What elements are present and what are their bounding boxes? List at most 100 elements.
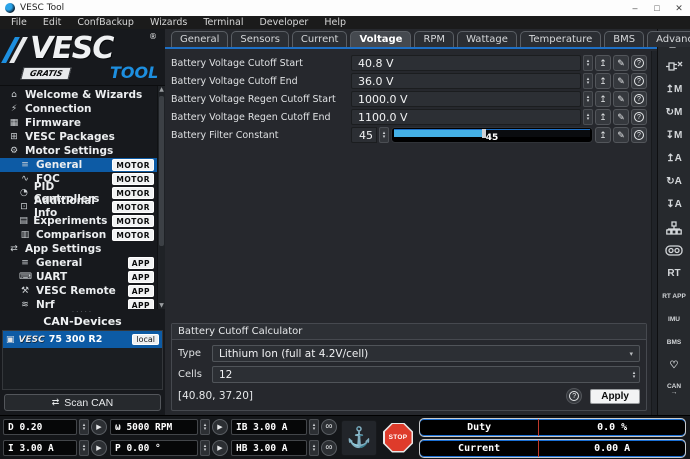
can-network-button[interactable] xyxy=(661,218,687,237)
scan-can-button[interactable]: ⇄ Scan CAN xyxy=(4,394,161,411)
sidebar-item-vesc-remote[interactable]: ⚒ VESC Remote APP xyxy=(0,284,165,298)
param-edit-button[interactable]: ✎ xyxy=(613,109,629,125)
handbrake-input[interactable]: HB 3.00 A xyxy=(231,440,307,456)
param-spinner[interactable]: ▴ ▾ xyxy=(379,127,389,143)
run-handbrake-button[interactable]: ∞ xyxy=(321,440,337,456)
scroll-up-icon[interactable]: ▲ xyxy=(158,86,165,93)
sidebar-item-app-settings[interactable]: ⇄ App Settings xyxy=(0,242,165,256)
param-help-button[interactable]: ? xyxy=(631,91,647,107)
write-app-config-button[interactable]: ↧A xyxy=(661,195,687,214)
favorite-button[interactable]: ♡ xyxy=(661,356,687,375)
sidebar-item-experiments[interactable]: ▤ Experiments MOTOR xyxy=(0,214,165,228)
param-help-button[interactable]: ? xyxy=(631,73,647,89)
tab-advanced[interactable]: Advanced xyxy=(647,31,690,47)
realtime-goggles-button[interactable] xyxy=(661,241,687,260)
sidebar-item-welcome-wizards[interactable]: ⌂ Welcome & Wizards xyxy=(0,88,165,102)
param-help-button[interactable]: ? xyxy=(631,55,647,71)
handbrake-anchor-button[interactable]: ⚓ xyxy=(341,419,377,456)
param-spinner[interactable]: ▴ ▾ xyxy=(583,109,593,125)
apply-button[interactable]: Apply xyxy=(590,388,640,404)
rt-app-button[interactable]: RT APP xyxy=(661,287,687,306)
menu-developer[interactable]: Developer xyxy=(252,17,315,28)
menu-confbackup[interactable]: ConfBackup xyxy=(70,17,141,28)
param-spinner[interactable]: ▴ ▾ xyxy=(583,91,593,107)
read-motor-config-button[interactable]: ↥M xyxy=(661,80,687,99)
sidebar-item-app-general[interactable]: ≡ General APP xyxy=(0,256,165,270)
filter-constant-slider[interactable]: 45 xyxy=(391,127,593,143)
sidebar-item-connection[interactable]: ⚡ Connection xyxy=(0,102,165,116)
param-edit-button[interactable]: ✎ xyxy=(613,91,629,107)
param-help-button[interactable]: ? xyxy=(631,127,647,143)
default-app-config-button[interactable]: ↻A xyxy=(661,172,687,191)
param-spinner[interactable]: ▴ ▾ xyxy=(583,73,593,89)
param-value-field[interactable]: 40.8 V xyxy=(351,55,581,71)
sidebar-item-motor-settings[interactable]: ⚙ Motor Settings xyxy=(0,144,165,158)
param-edit-button[interactable]: ✎ xyxy=(613,73,629,89)
brake-current-spinner[interactable]: ▴ ▾ xyxy=(309,419,319,435)
brake-current-input[interactable]: IB 3.00 A xyxy=(231,419,307,435)
duty-input[interactable]: D 0.20 xyxy=(3,419,77,435)
menu-terminal[interactable]: Terminal xyxy=(196,17,250,28)
can-device-row[interactable]: ▣ VESC 75 300 R2 local xyxy=(3,331,162,348)
run-current-button[interactable]: ▶ xyxy=(91,440,107,456)
param-spinner[interactable]: ▴ ▾ xyxy=(583,55,593,71)
param-upload-button[interactable]: ↥ xyxy=(595,91,611,107)
current-spinner[interactable]: ▴ ▾ xyxy=(79,440,89,456)
param-value-field[interactable]: 1000.0 V xyxy=(351,91,581,107)
position-spinner[interactable]: ▴ ▾ xyxy=(200,440,210,456)
param-help-button[interactable]: ? xyxy=(631,109,647,125)
read-app-config-button[interactable]: ↥A xyxy=(661,149,687,168)
menu-file[interactable]: File xyxy=(4,17,34,28)
handbrake-spinner[interactable]: ▴ ▾ xyxy=(309,440,319,456)
battery-type-dropdown[interactable]: Lithium Ion (full at 4.2V/cell) ▾ xyxy=(212,345,640,362)
can-forward-button[interactable]: CAN → xyxy=(661,379,687,398)
speed-input[interactable]: ω 5000 RPM xyxy=(110,419,198,435)
close-button[interactable]: ✕ xyxy=(668,0,690,16)
calculator-help-button[interactable]: ? xyxy=(566,388,583,404)
run-brake-button[interactable]: ∞ xyxy=(321,419,337,435)
sidebar-item-vesc-packages[interactable]: ⊞ VESC Packages xyxy=(0,130,165,144)
disconnect-button[interactable] xyxy=(661,57,687,76)
param-upload-button[interactable]: ↥ xyxy=(595,127,611,143)
cells-spinbox[interactable]: 12 ▴ ▾ xyxy=(212,366,640,383)
duty-spinner[interactable]: ▴ ▾ xyxy=(79,419,89,435)
main-scrollbar[interactable] xyxy=(651,51,657,415)
tab-sensors[interactable]: Sensors xyxy=(231,31,289,47)
tab-current[interactable]: Current xyxy=(291,31,348,47)
stop-motor-button[interactable]: STOP xyxy=(381,421,415,455)
tab-rpm[interactable]: RPM xyxy=(414,31,455,47)
current-input[interactable]: I 3.00 A xyxy=(3,440,77,456)
sidebar-item-motor-general[interactable]: ≡ General MOTOR xyxy=(0,158,165,172)
tab-wattage[interactable]: Wattage xyxy=(457,31,517,47)
param-edit-button[interactable]: ✎ xyxy=(613,55,629,71)
param-upload-button[interactable]: ↥ xyxy=(595,55,611,71)
tab-bms[interactable]: BMS xyxy=(604,31,645,47)
sidebar-scrollbar[interactable]: ▲ ▼ xyxy=(157,86,165,309)
cells-spinner[interactable]: ▴ ▾ xyxy=(629,367,639,383)
sidebar-item-additional-info[interactable]: ⊡ Additional Info MOTOR xyxy=(0,195,165,219)
sidebar-item-firmware[interactable]: ▦ Firmware xyxy=(0,116,165,130)
sidebar-item-nrf[interactable]: ≋ Nrf APP xyxy=(0,298,165,309)
run-speed-button[interactable]: ▶ xyxy=(212,419,228,435)
tab-temperature[interactable]: Temperature xyxy=(519,31,602,47)
menu-wizards[interactable]: Wizards xyxy=(143,17,194,28)
param-value-field[interactable]: 1100.0 V xyxy=(351,109,581,125)
write-motor-config-button[interactable]: ↧M xyxy=(661,126,687,145)
imu-button[interactable]: IMU xyxy=(661,310,687,329)
scroll-down-icon[interactable]: ▼ xyxy=(158,302,165,309)
maximize-button[interactable]: □ xyxy=(646,0,668,16)
bms-button[interactable]: BMS xyxy=(661,333,687,352)
menu-edit[interactable]: Edit xyxy=(36,17,68,28)
sidebar-item-uart[interactable]: ⌨ UART APP xyxy=(0,270,165,284)
filter-constant-spinbox[interactable]: 45 xyxy=(351,127,377,143)
scrollbar-thumb[interactable] xyxy=(159,96,164,246)
param-edit-button[interactable]: ✎ xyxy=(613,127,629,143)
speed-spinner[interactable]: ▴ ▾ xyxy=(200,419,210,435)
param-upload-button[interactable]: ↥ xyxy=(595,109,611,125)
param-upload-button[interactable]: ↥ xyxy=(595,73,611,89)
run-position-button[interactable]: ▶ xyxy=(212,440,228,456)
tab-general[interactable]: General xyxy=(171,31,229,47)
run-duty-button[interactable]: ▶ xyxy=(91,419,107,435)
position-input[interactable]: P 0.00 ° xyxy=(110,440,198,456)
tab-voltage[interactable]: Voltage xyxy=(350,31,412,47)
